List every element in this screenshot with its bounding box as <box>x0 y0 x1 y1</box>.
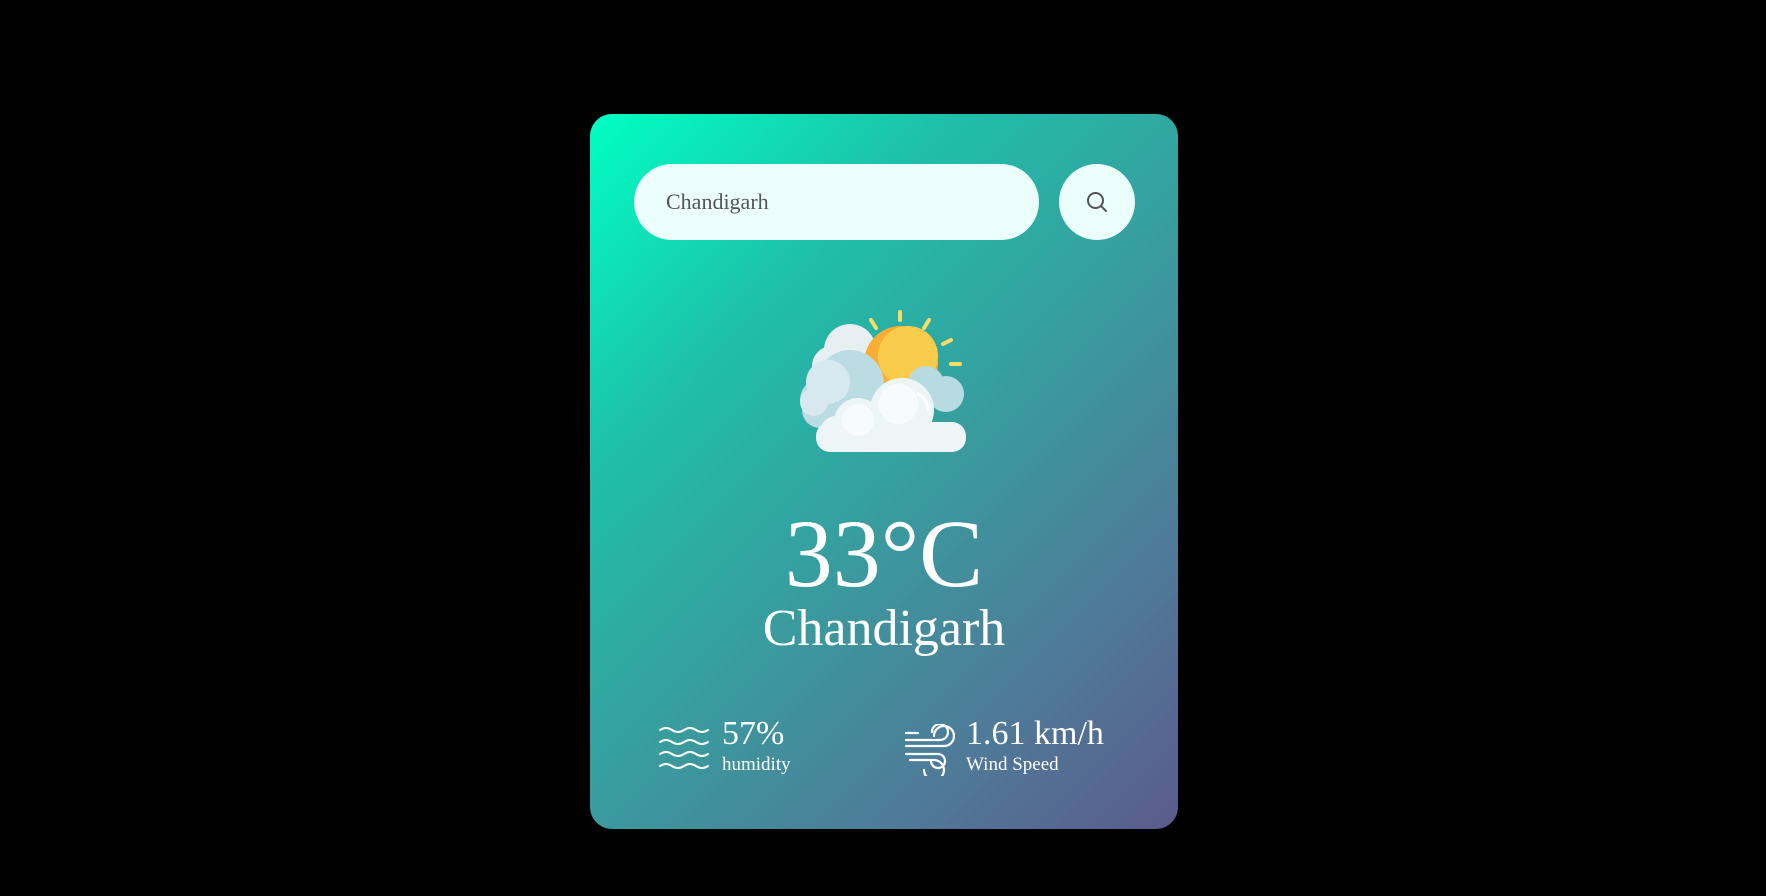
humidity-value: 57% <box>722 715 785 752</box>
humidity-label: humidity <box>722 754 791 775</box>
weather-card: 33°C Chandigarh 57% humidity <box>590 114 1178 829</box>
search-icon <box>1085 190 1109 214</box>
wind-speed-value: 1.61 km/h <box>966 715 1104 752</box>
city-name: Chandigarh <box>762 600 1006 657</box>
temperature: 33°C <box>784 500 984 607</box>
search-bar <box>634 164 1135 240</box>
wind-icon <box>904 722 958 782</box>
humidity-waves-icon <box>658 724 710 777</box>
search-button[interactable] <box>1059 164 1135 240</box>
partly-cloudy-sun-icon <box>798 304 970 454</box>
search-input[interactable] <box>634 164 1039 240</box>
wind-speed-label: Wind Speed <box>966 754 1059 775</box>
